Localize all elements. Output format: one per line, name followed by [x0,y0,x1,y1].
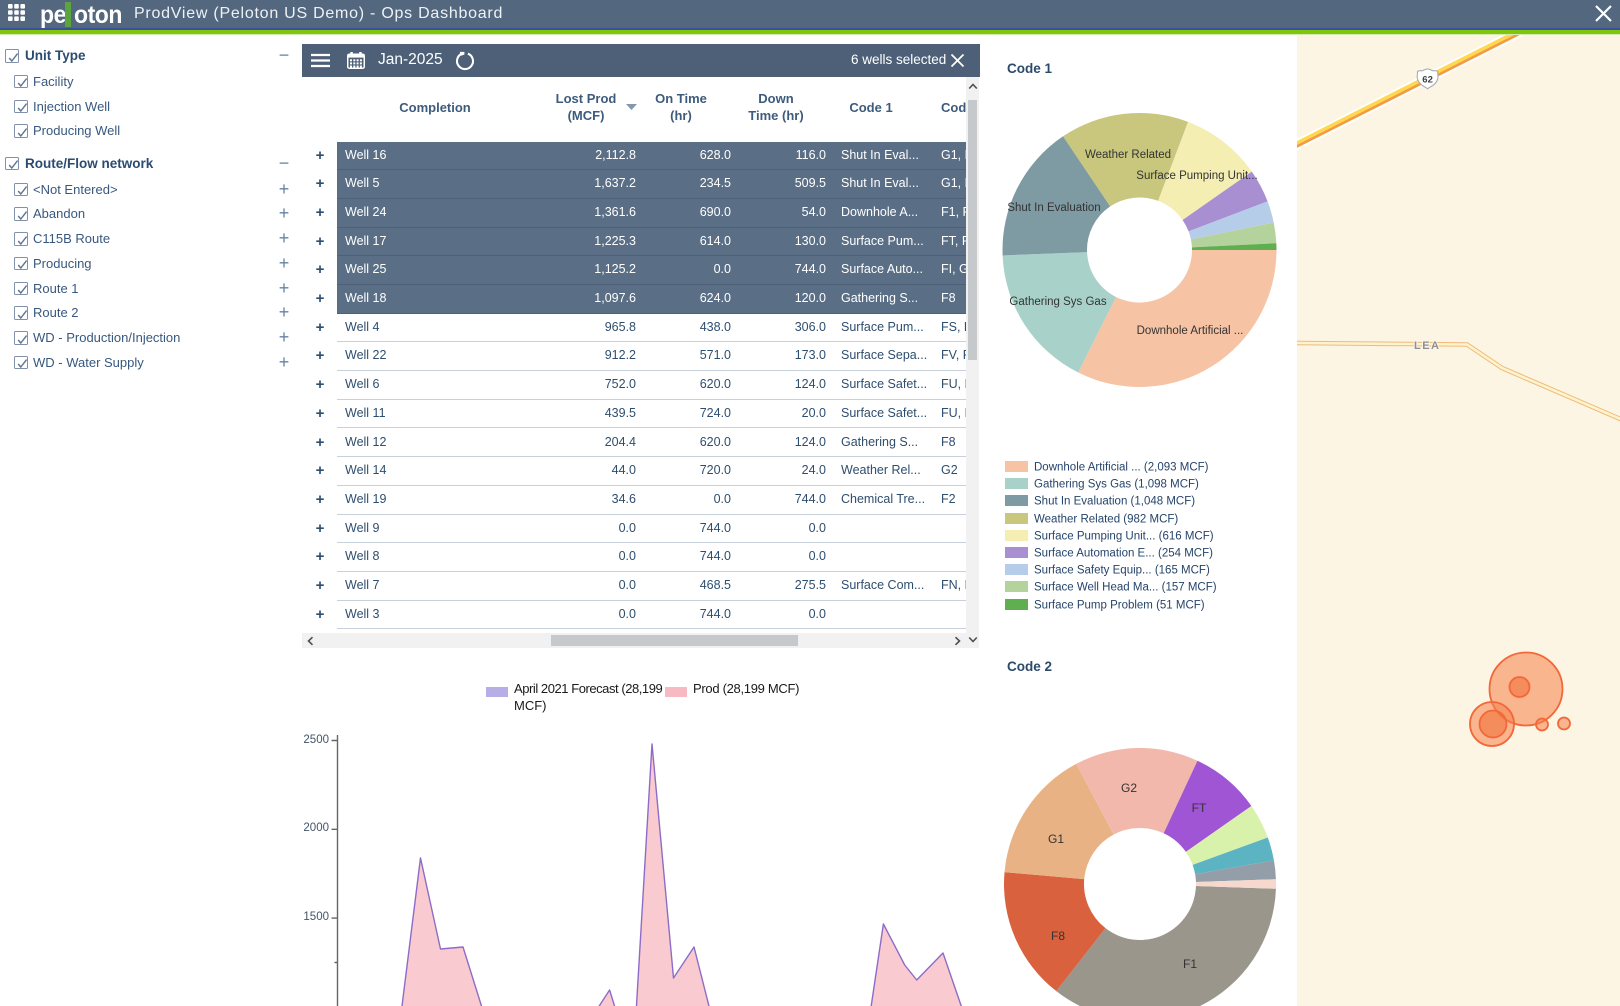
svg-text:62: 62 [1422,75,1433,86]
